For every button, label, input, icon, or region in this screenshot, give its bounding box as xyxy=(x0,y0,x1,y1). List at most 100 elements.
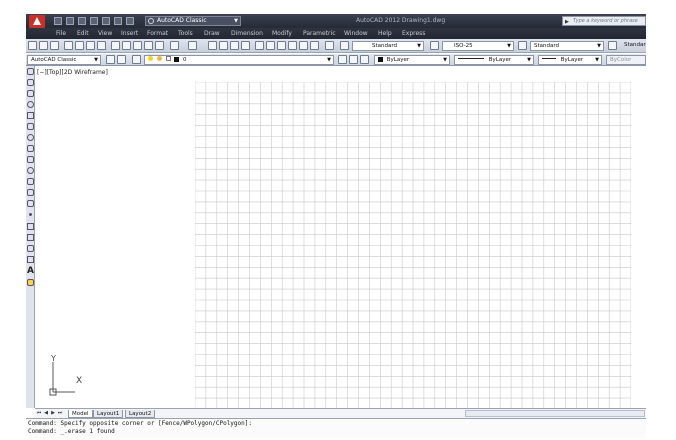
make-block-icon[interactable] xyxy=(27,200,34,207)
table-style-select[interactable]: Standard ▼ xyxy=(530,41,604,51)
3d-dwf-icon[interactable] xyxy=(97,41,106,50)
pan-icon[interactable] xyxy=(208,41,217,50)
layer-select[interactable]: 0 ▼ xyxy=(144,55,334,65)
new-icon[interactable] xyxy=(54,17,62,25)
table-icon[interactable] xyxy=(27,256,34,263)
cut-icon[interactable] xyxy=(111,41,120,50)
make-current-layer-icon[interactable] xyxy=(338,55,347,64)
ellipse-arc-icon[interactable] xyxy=(27,178,34,185)
properties-icon[interactable] xyxy=(255,41,264,50)
layer-states-icon[interactable] xyxy=(360,55,369,64)
save-icon[interactable] xyxy=(50,41,59,50)
application-menu-button[interactable] xyxy=(29,15,45,28)
menu-view[interactable]: View xyxy=(98,30,112,37)
ellipse-icon[interactable] xyxy=(27,167,34,174)
dim-style-select[interactable]: ISO-25 ▼ xyxy=(442,41,514,51)
workspace-settings-icon[interactable] xyxy=(106,55,115,64)
construction-line-icon[interactable] xyxy=(27,79,34,86)
open-icon[interactable] xyxy=(39,41,48,50)
last-tab-icon[interactable]: ⏭ xyxy=(57,410,63,417)
add-selected-icon[interactable] xyxy=(27,279,34,286)
point-icon[interactable] xyxy=(29,213,32,216)
first-tab-icon[interactable]: ⏮ xyxy=(36,410,42,417)
menu-modify[interactable]: Modify xyxy=(272,30,292,37)
menu-insert[interactable]: Insert xyxy=(121,30,138,37)
redo-icon[interactable] xyxy=(188,41,197,50)
text-style-icon[interactable] xyxy=(340,41,349,50)
search-input[interactable]: ▶ Type a keyword or phrase xyxy=(562,16,646,26)
gradient-icon[interactable] xyxy=(27,234,34,241)
redo-icon[interactable] xyxy=(126,17,134,25)
undo-icon[interactable] xyxy=(170,41,179,50)
region-icon[interactable] xyxy=(27,245,34,252)
undo-icon[interactable] xyxy=(114,17,122,25)
tab-layout1[interactable]: Layout1 xyxy=(93,410,124,418)
line-icon[interactable] xyxy=(27,68,34,75)
menu-tools[interactable]: Tools xyxy=(178,30,193,37)
plot-icon[interactable] xyxy=(64,41,73,50)
menu-file[interactable]: File xyxy=(56,30,66,37)
tab-layout2[interactable]: Layout2 xyxy=(125,410,156,418)
save-icon[interactable] xyxy=(78,17,86,25)
paste-icon[interactable] xyxy=(133,41,142,50)
lineweight-select[interactable]: ByLayer ▼ xyxy=(538,55,602,65)
menu-window[interactable]: Window xyxy=(344,30,368,37)
menu-dimension[interactable]: Dimension xyxy=(231,30,263,37)
menu-parametric[interactable]: Parametric xyxy=(303,30,336,37)
insert-block-icon[interactable] xyxy=(27,189,34,196)
publish-icon[interactable] xyxy=(86,41,95,50)
dim-style-icon[interactable] xyxy=(430,41,439,50)
mleader-style-value[interactable]: Standard xyxy=(624,42,646,48)
layer-previous-icon[interactable] xyxy=(349,55,358,64)
save-as-icon[interactable] xyxy=(90,17,98,25)
help-icon[interactable] xyxy=(325,41,334,50)
zoom-window-icon[interactable] xyxy=(230,41,239,50)
block-editor-icon[interactable] xyxy=(155,41,164,50)
color-select[interactable]: ByLayer ▼ xyxy=(374,55,450,65)
text-style-select[interactable]: Standard ▼ xyxy=(352,41,424,51)
linetype-select[interactable]: ByLayer ▼ xyxy=(454,55,534,65)
menu-edit[interactable]: Edit xyxy=(77,30,89,37)
open-icon[interactable] xyxy=(66,17,74,25)
zoom-realtime-icon[interactable] xyxy=(219,41,228,50)
arc-icon[interactable] xyxy=(27,123,34,130)
circle-icon[interactable] xyxy=(27,134,34,141)
workspace-select[interactable]: AutoCAD Classic ▼ xyxy=(27,55,101,65)
menu-express[interactable]: Express xyxy=(402,30,425,37)
my-workspace-icon[interactable] xyxy=(117,55,126,64)
drawing-area[interactable]: [−][Top][2D Wireframe] Y X xyxy=(35,66,646,408)
menu-help[interactable]: Help xyxy=(378,30,392,37)
hatch-icon[interactable] xyxy=(27,223,34,230)
plot-icon[interactable] xyxy=(102,17,110,25)
command-line[interactable]: Command: Specify opposite corner or [Fen… xyxy=(26,418,646,438)
tab-model[interactable]: Model xyxy=(68,410,93,418)
workspace-switcher[interactable]: AutoCAD Classic ▼ xyxy=(145,16,241,26)
chevron-down-icon: ▼ xyxy=(527,57,531,63)
horizontal-scrollbar[interactable] xyxy=(465,410,645,417)
copy-icon[interactable] xyxy=(122,41,131,50)
qnew-icon[interactable] xyxy=(28,41,37,50)
plot-preview-icon[interactable] xyxy=(75,41,84,50)
multiline-text-icon[interactable]: A xyxy=(27,266,34,276)
rectangle-icon[interactable] xyxy=(27,112,34,119)
design-center-icon[interactable] xyxy=(266,41,275,50)
quickcalc-icon[interactable] xyxy=(310,41,319,50)
color-value: ByLayer xyxy=(386,57,410,63)
table-style-icon[interactable] xyxy=(518,41,527,50)
menu-draw[interactable]: Draw xyxy=(204,30,220,37)
tool-palettes-icon[interactable] xyxy=(277,41,286,50)
spline-icon[interactable] xyxy=(27,156,34,163)
menu-format[interactable]: Format xyxy=(147,30,168,37)
previous-tab-icon[interactable]: ◀ xyxy=(43,410,49,417)
polygon-icon[interactable] xyxy=(27,101,34,108)
mleader-style-icon[interactable] xyxy=(608,41,617,50)
revision-cloud-icon[interactable] xyxy=(27,145,34,152)
polyline-icon[interactable] xyxy=(27,90,34,97)
zoom-previous-icon[interactable] xyxy=(241,41,250,50)
sheet-set-icon[interactable] xyxy=(288,41,297,50)
viewport-controls[interactable]: [−][Top][2D Wireframe] xyxy=(37,69,108,76)
layer-properties-icon[interactable] xyxy=(132,55,141,64)
markup-icon[interactable] xyxy=(299,41,308,50)
match-properties-icon[interactable] xyxy=(144,41,153,50)
next-tab-icon[interactable]: ▶ xyxy=(50,410,56,417)
